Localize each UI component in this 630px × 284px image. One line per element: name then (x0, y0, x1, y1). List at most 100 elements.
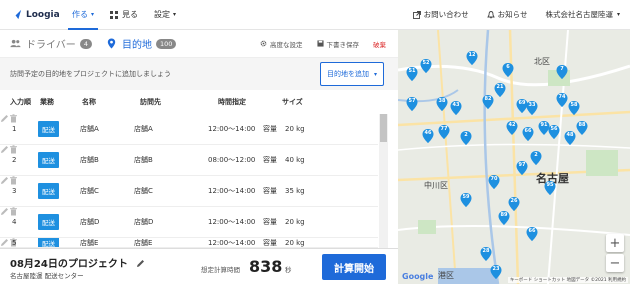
start-calc-button[interactable]: 計算開始 (322, 254, 386, 280)
trash-icon[interactable] (9, 145, 18, 154)
add-destination-button[interactable]: 目的地を追加 ▾ (320, 62, 384, 86)
notice-link[interactable]: お知らせ (486, 9, 528, 20)
map-pin[interactable]: 66 (526, 226, 538, 241)
map-credit[interactable]: キーボード ショートカット 地図データ ©2021 利用規約 (507, 277, 628, 283)
map-pin[interactable]: 23 (490, 264, 502, 279)
chevron-down-icon: ▾ (616, 11, 620, 18)
map-pin[interactable]: 70 (488, 174, 500, 189)
map-pin[interactable]: 88 (576, 120, 588, 135)
row-type-badge: 配送 (38, 183, 59, 199)
tab-destinations-label: 目的地 (121, 40, 152, 51)
map-pin[interactable]: 42 (506, 120, 518, 135)
map-pin[interactable]: 12 (466, 50, 478, 65)
nav-settings[interactable]: 設定 ▾ (146, 0, 184, 30)
map-pin[interactable]: 77 (438, 124, 450, 139)
map-pin-label: 21 (496, 84, 504, 90)
table-row[interactable]: 3 配送 店舗C 店舗C 12:00～14:00 容量 35 kg (0, 176, 378, 207)
map-pin[interactable]: 48 (564, 130, 576, 145)
row-weight: 20 kg (285, 125, 305, 133)
company-menu[interactable]: 株式会社名古屋陸運 ▾ (545, 9, 620, 20)
map-pin[interactable]: 2 (460, 130, 472, 145)
discard-button[interactable]: 破棄 (373, 39, 386, 49)
map-canvas (398, 30, 630, 284)
pencil-icon[interactable] (136, 259, 145, 268)
row-destination: 店舗D (134, 218, 154, 226)
map-pin[interactable]: 57 (406, 96, 418, 111)
trash-icon[interactable] (9, 207, 18, 216)
map-pin[interactable]: 66 (522, 126, 534, 141)
contact-link[interactable]: お問い合わせ (412, 9, 469, 20)
row-seq: 5 (12, 238, 17, 247)
map-pin[interactable]: 82 (482, 94, 494, 109)
pencil-icon[interactable] (0, 114, 9, 123)
map-pin[interactable]: 58 (568, 100, 580, 115)
main-nav: 作る ▾ 見る 設定 ▾ (64, 0, 184, 30)
table-row[interactable]: 1 配送 店舗A 店舗A 12:00～14:00 容量 20 kg (0, 114, 378, 145)
map-pin-label: 95 (546, 182, 554, 188)
pencil-icon[interactable] (0, 238, 9, 247)
table-row[interactable]: 5 配送 店舗E 店舗E 12:00～14:00 容量 20 kg (0, 238, 378, 248)
zoom-in-button[interactable]: + (606, 234, 624, 252)
row-seq: 3 (12, 187, 17, 195)
header-seq: 入力順 (10, 98, 31, 106)
map-pin-label: 89 (500, 212, 508, 218)
scrollbar[interactable] (379, 114, 388, 248)
map-pin[interactable]: 97 (516, 160, 528, 175)
map-pin[interactable]: 21 (494, 82, 506, 97)
advanced-settings-button[interactable]: 高度な設定 (260, 39, 303, 49)
notice-label: お知らせ (497, 10, 528, 19)
map-pin[interactable]: 7 (556, 64, 568, 79)
map-pin[interactable]: 6 (502, 62, 514, 77)
table-row[interactable]: 2 配送 店舗B 店舗B 08:00～12:00 容量 40 kg (0, 145, 378, 176)
nav-view[interactable]: 見る (102, 0, 146, 30)
pencil-icon[interactable] (0, 145, 9, 154)
map-pin[interactable]: 46 (422, 128, 434, 143)
left-panel: ドライバー 4 目的地 100 高度な設定 下書き保存 破棄 訪問予定の目的地を… (0, 30, 398, 284)
google-logo: Google (402, 272, 434, 281)
logo[interactable]: Loogia (10, 8, 64, 21)
row-time: 08:00～12:00 (208, 156, 256, 164)
pencil-icon[interactable] (0, 207, 9, 216)
map-pin[interactable]: 28 (480, 246, 492, 261)
map-pin-icon (107, 38, 116, 49)
map-pin[interactable]: 74 (556, 92, 568, 107)
bell-icon (486, 10, 495, 18)
gear-icon (260, 40, 267, 47)
map-pin[interactable]: 38 (436, 96, 448, 111)
row-type-badge: 配送 (38, 238, 59, 247)
calc-time-unit: 秒 (285, 266, 292, 274)
zoom-out-button[interactable]: − (606, 254, 624, 272)
map-view[interactable]: 北区 名古屋 中川区 港区 51 52 12 6 21 7 57 38 43 82 69 33 74 58… (398, 30, 630, 284)
trash-icon[interactable] (9, 114, 18, 123)
map-pin[interactable]: 89 (498, 210, 510, 225)
place-label-minato: 港区 (438, 271, 454, 280)
pencil-icon[interactable] (0, 176, 9, 185)
tab-drivers[interactable]: ドライバー 4 (10, 36, 92, 51)
map-pin[interactable]: 52 (420, 58, 432, 73)
row-name: 店舗A (80, 125, 99, 133)
map-pin-label: 26 (510, 198, 518, 204)
map-pin[interactable]: 59 (460, 192, 472, 207)
save-draft-label: 下書き保存 (326, 40, 360, 49)
save-draft-button[interactable]: 下書き保存 (316, 39, 360, 49)
row-name: 店舗E (80, 238, 99, 247)
tab-destinations[interactable]: 目的地 100 (106, 36, 177, 51)
contact-label: お問い合わせ (423, 10, 469, 19)
map-pin[interactable]: 95 (544, 180, 556, 195)
table-row[interactable]: 4 配送 店舗D 店舗D 12:00～14:00 容量 20 kg (0, 207, 378, 238)
map-pin-label: 97 (518, 162, 526, 168)
scrollbar-thumb[interactable] (380, 114, 387, 142)
nav-create[interactable]: 作る ▾ (64, 0, 102, 30)
map-pin-label: 43 (452, 102, 460, 108)
map-pin[interactable]: 26 (508, 196, 520, 211)
logo-text: Loogia (26, 9, 60, 20)
map-pin[interactable]: 43 (450, 100, 462, 115)
map-pin[interactable]: 2 (530, 150, 542, 165)
top-bar: Loogia 作る ▾ 見る 設定 ▾ お問い合わせ お知らせ 株式会社名古屋陸… (0, 0, 630, 30)
tab-drivers-label: ドライバー (26, 40, 76, 51)
map-pin[interactable]: 51 (406, 66, 418, 81)
trash-icon[interactable] (9, 176, 18, 185)
logo-icon (11, 9, 22, 20)
map-pin[interactable]: 56 (548, 124, 560, 139)
map-pin[interactable]: 33 (526, 100, 538, 115)
